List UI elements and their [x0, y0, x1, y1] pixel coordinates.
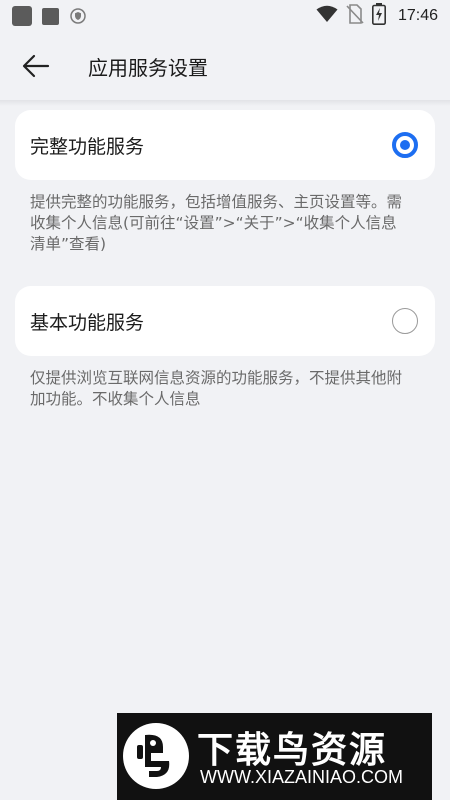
radio-button-unselected[interactable]: [392, 308, 418, 334]
wifi-icon: [316, 5, 338, 27]
shield-icon: [69, 7, 87, 25]
page-title: 应用服务设置: [88, 55, 208, 80]
option-title: 完整功能服务: [30, 135, 145, 158]
option-basic-service[interactable]: 基本功能服务: [15, 286, 435, 356]
screen: 17:46 应用服务设置 完整功能服务 提供完整的功能服务，包括增值服务、主页设…: [0, 0, 450, 800]
app-notification-icon: [12, 6, 32, 26]
header: 应用服务设置: [0, 32, 450, 100]
header-divider: [0, 100, 450, 106]
app-notification-icon: [42, 7, 59, 25]
status-bar: 17:46: [0, 0, 450, 32]
watermark-title: 下载鸟资源: [197, 730, 388, 771]
radio-dot: [400, 140, 410, 150]
watermark-url: WWW.XIAZAINIAO.COM: [200, 767, 403, 787]
status-time: 17:46: [397, 7, 438, 24]
option-description: 提供完整的功能服务，包括增值服务、主页设置等。需收集个人信息(可前往“设置”>“…: [30, 193, 403, 253]
watermark-banner: 下载鸟资源 WWW.XIAZAINIAO.COM: [117, 713, 432, 800]
status-right: 17:46: [316, 3, 438, 29]
no-sim-icon: [346, 4, 364, 28]
option-description: 仅提供浏览互联网信息资源的功能服务，不提供其他附加功能。不收集个人信息: [30, 369, 403, 408]
option-title: 基本功能服务: [30, 311, 145, 334]
status-left: [12, 6, 87, 26]
radio-button-selected[interactable]: [392, 132, 418, 158]
battery-charging-icon: [371, 3, 386, 29]
option-full-service[interactable]: 完整功能服务: [15, 110, 435, 180]
back-button[interactable]: [12, 42, 60, 90]
bird-logo-icon: [123, 723, 189, 789]
arrow-left-icon: [22, 54, 50, 78]
